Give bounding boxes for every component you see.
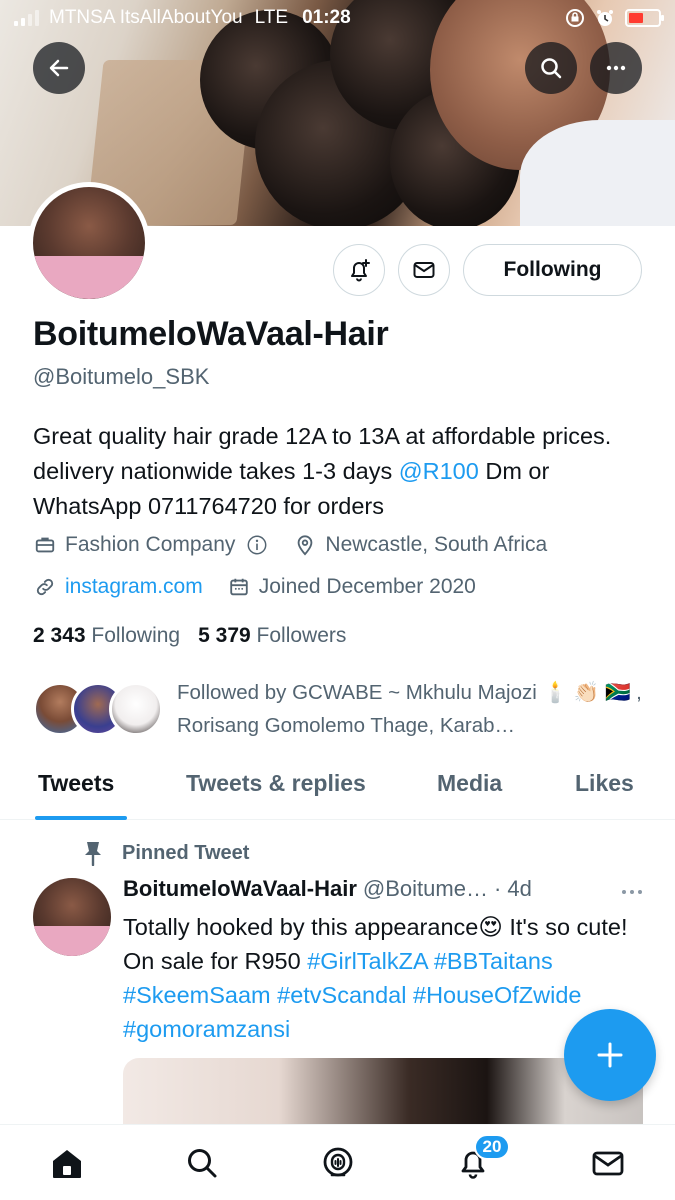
ellipsis-icon	[622, 890, 642, 894]
profile-meta-row-2: instagram.com Joined December 2020	[33, 575, 500, 599]
nav-search[interactable]	[182, 1143, 222, 1183]
pin-icon	[82, 840, 104, 866]
nav-spaces[interactable]	[318, 1143, 358, 1183]
tab-media[interactable]: Media	[437, 770, 502, 797]
clock: 01:28	[302, 7, 351, 28]
map-pin-icon	[293, 533, 317, 557]
followers-count-link[interactable]: 5 379 Followers	[198, 624, 346, 648]
tweet-header: BoitumeloWaVaal-Hair @Boitume… · 4d	[123, 876, 643, 902]
bio-mention-link[interactable]: @R100	[399, 458, 479, 484]
nav-messages[interactable]	[588, 1143, 628, 1183]
tweet-author-name[interactable]: BoitumeloWaVaal-Hair	[123, 876, 357, 902]
spaces-icon	[323, 1147, 353, 1177]
nav-home[interactable]	[47, 1143, 87, 1183]
compose-tweet-button[interactable]	[564, 1009, 656, 1101]
battery-icon	[625, 9, 664, 27]
tweet-age: · 4d	[493, 876, 532, 901]
info-icon[interactable]	[245, 533, 269, 557]
profile-tabs: Tweets Tweets & replies Media Likes	[0, 756, 675, 820]
followed-by-section[interactable]: Followed by GCWABE ~ Mkhulu Majozi 🕯️ 👏🏻…	[33, 676, 643, 746]
envelope-icon	[592, 1151, 624, 1176]
avatar	[109, 682, 163, 736]
envelope-icon	[413, 262, 435, 278]
tweet-more-button[interactable]	[621, 876, 643, 902]
carrier-name: MTNSA ItsAllAboutYou	[49, 7, 243, 28]
status-bar: MTNSA ItsAllAboutYou LTE 01:28	[0, 0, 675, 36]
more-options-button[interactable]	[590, 42, 642, 94]
calendar-icon	[227, 575, 251, 599]
alarm-icon	[597, 10, 613, 26]
signal-icon	[14, 10, 39, 26]
profile-joined-date: Joined December 2020	[258, 575, 476, 598]
tweet-author-avatar[interactable]	[33, 878, 111, 956]
bell-plus-icon	[351, 259, 370, 282]
followers-label: Followers	[256, 624, 347, 647]
user-handle: @Boitumelo_SBK	[33, 364, 210, 389]
profile-bio: Great quality hair grade 12A to 13A at a…	[33, 419, 643, 524]
home-icon	[53, 1150, 81, 1178]
briefcase-icon	[33, 533, 57, 557]
following-label: Following	[91, 624, 181, 647]
followed-by-text: Followed by GCWABE ~ Mkhulu Majozi 🕯️ 👏🏻…	[177, 681, 642, 737]
message-button[interactable]	[398, 244, 450, 296]
profile-location: Newcastle, South Africa	[325, 533, 548, 556]
follow-counts: 2 343 Following 5 379 Followers	[33, 624, 346, 648]
following-count-link[interactable]: 2 343 Following	[33, 624, 180, 648]
plus-icon	[597, 1042, 623, 1068]
display-name: BoitumeloWaVaal-Hair	[33, 315, 389, 353]
search-button[interactable]	[525, 42, 577, 94]
profile-category: Fashion Company	[65, 533, 236, 556]
followed-by-avatars	[33, 682, 163, 738]
tweet-text: Totally hooked by this appearance😍 It's …	[123, 910, 648, 1046]
tab-tweets[interactable]: Tweets	[38, 770, 114, 797]
active-tab-indicator	[35, 816, 127, 820]
ellipsis-icon	[606, 65, 626, 71]
pinned-label-text: Pinned Tweet	[122, 841, 250, 864]
following-count: 2 343	[33, 624, 86, 647]
notify-button[interactable]	[333, 244, 385, 296]
back-button[interactable]	[33, 42, 85, 94]
bottom-navigation	[0, 1124, 675, 1200]
tweet-author-handle[interactable]: @Boitume…	[363, 876, 488, 902]
notifications-badge: 20	[474, 1134, 510, 1160]
pinned-tweet-label: Pinned Tweet	[82, 840, 249, 866]
following-button[interactable]: Following	[463, 244, 642, 296]
network-type: LTE	[254, 7, 289, 28]
search-icon	[188, 1149, 217, 1178]
rotation-lock-icon	[566, 9, 584, 27]
profile-meta-row: Fashion Company Newcastle, South Africa	[33, 533, 571, 557]
profile-website-link[interactable]: instagram.com	[65, 575, 203, 599]
link-icon	[33, 575, 57, 599]
tab-likes[interactable]: Likes	[575, 770, 634, 797]
followers-count: 5 379	[198, 624, 251, 647]
search-icon	[541, 58, 562, 79]
profile-avatar[interactable]	[28, 182, 150, 304]
tab-tweets-replies[interactable]: Tweets & replies	[186, 770, 366, 797]
arrow-left-icon	[49, 59, 69, 77]
